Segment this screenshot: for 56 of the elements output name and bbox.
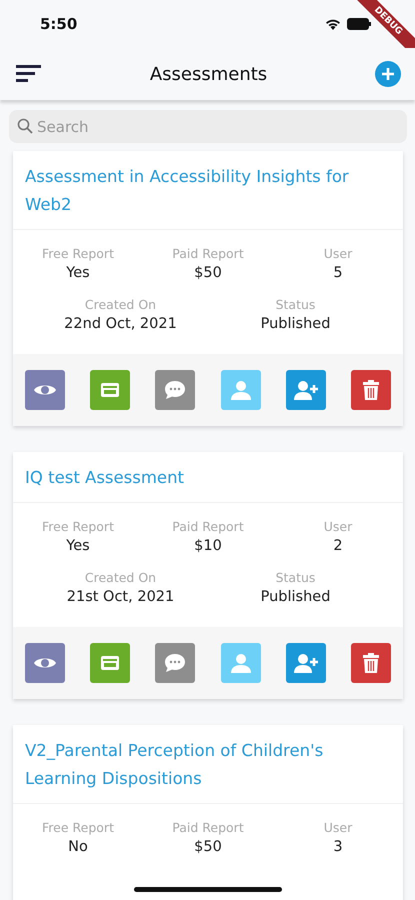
add-user-button[interactable] [286,370,326,410]
stat-value: 5 [333,265,343,281]
detail-label: Created On [84,297,156,312]
stat-label: User [324,820,352,835]
chat-icon [163,651,188,675]
stat-label: Paid Report [172,519,244,534]
detail-label: Created On [84,570,156,585]
detail-value: Published [260,589,330,605]
stat-label: Free Report [42,246,114,261]
stat-value: $10 [194,538,222,554]
stat-value: $50 [194,839,222,855]
report-button[interactable] [90,643,130,683]
plus-icon [380,67,395,81]
view-button[interactable] [25,370,65,410]
add-person-icon [294,651,318,675]
stat-label: User [324,519,352,534]
assessment-title[interactable]: V2_Parental Perception of Children's Learning Dispositions [13,725,403,804]
view-button[interactable] [25,643,65,683]
stat-label: User [324,246,352,261]
detail-value: Published [260,316,330,332]
search-icon [17,118,33,134]
add-button[interactable] [374,61,401,87]
assessment-title[interactable]: IQ test Assessment [13,452,403,503]
stat-value: Yes [66,265,90,281]
stat-value: 2 [333,538,343,554]
add-person-icon [294,378,318,402]
user-button[interactable] [220,370,261,410]
stat-label: Free Report [42,820,114,835]
detail-label: Status [276,570,316,585]
status-time: 5:50 [40,15,78,33]
chat-icon [163,378,188,402]
add-user-button[interactable] [286,643,326,683]
report-button[interactable] [90,370,130,410]
detail-value: 22nd Oct, 2021 [64,316,177,332]
user-button[interactable] [220,643,261,683]
search-field[interactable]: Search [9,110,407,143]
person-icon [228,651,253,675]
detail-label: Status [276,297,316,312]
stat-value: No [68,839,88,855]
assessment-title[interactable]: Assessment in Accessibility Insights for Web2 [13,151,403,230]
person-icon [228,378,253,402]
stat-value: 3 [333,839,343,855]
stat-label: Paid Report [172,820,244,835]
menu-icon[interactable] [16,65,42,83]
wifi-icon [325,18,341,30]
stat-value: $50 [194,265,222,281]
screen-title: Assessments [150,64,268,84]
comment-button[interactable] [155,370,196,410]
stat-value: Yes [66,538,90,554]
stat-label: Paid Report [172,246,244,261]
delete-button[interactable] [350,643,391,683]
delete-button[interactable] [350,370,391,410]
detail-value: 21st Oct, 2021 [66,589,174,605]
stat-label: Free Report [42,519,114,534]
battery-icon [347,18,371,30]
comment-button[interactable] [155,643,196,683]
